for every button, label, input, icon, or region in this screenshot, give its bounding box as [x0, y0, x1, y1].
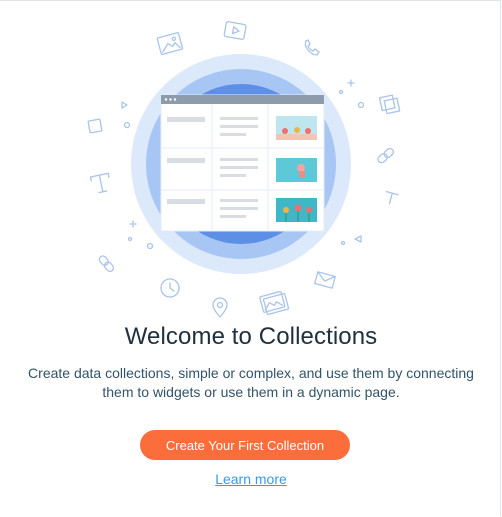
email-icon [314, 271, 336, 289]
video-icon [223, 21, 247, 40]
deco-circle [340, 240, 346, 246]
gallery-icon [259, 290, 290, 315]
description: Create data collections, simple or compl… [0, 364, 502, 402]
phone-icon [304, 39, 320, 56]
learn-more-link[interactable]: Learn more [215, 471, 287, 487]
create-first-collection-button[interactable]: Create Your First Collection [140, 430, 350, 460]
page-title: Welcome to Collections [124, 323, 378, 350]
text-icon [89, 172, 110, 194]
table-icon [160, 94, 325, 232]
link-icon [98, 255, 115, 273]
location-icon [212, 297, 228, 318]
deco-circle [127, 236, 133, 242]
learn-more-container: Learn more [0, 471, 502, 487]
description-line: Create data collections, simple or compl… [28, 365, 474, 381]
image-icon [87, 118, 103, 134]
deco-circle [123, 121, 131, 129]
collections-empty-state: Welcome to Collections Create data colle… [0, 0, 501, 516]
deco-plus [347, 79, 355, 87]
collections-illustration [87, 21, 401, 318]
link-icon [377, 147, 395, 164]
layers-icon [378, 94, 401, 115]
deco-circle [338, 89, 344, 95]
text-icon [385, 190, 399, 205]
deco-plus [129, 220, 137, 228]
clock-icon [160, 278, 180, 298]
description-line: them to widgets or use them in a dynamic… [102, 384, 400, 400]
deco-circle [146, 242, 154, 250]
deco-triangle [354, 235, 362, 243]
image-icon [156, 32, 184, 55]
deco-triangle [121, 101, 128, 109]
deco-circle [357, 101, 365, 109]
